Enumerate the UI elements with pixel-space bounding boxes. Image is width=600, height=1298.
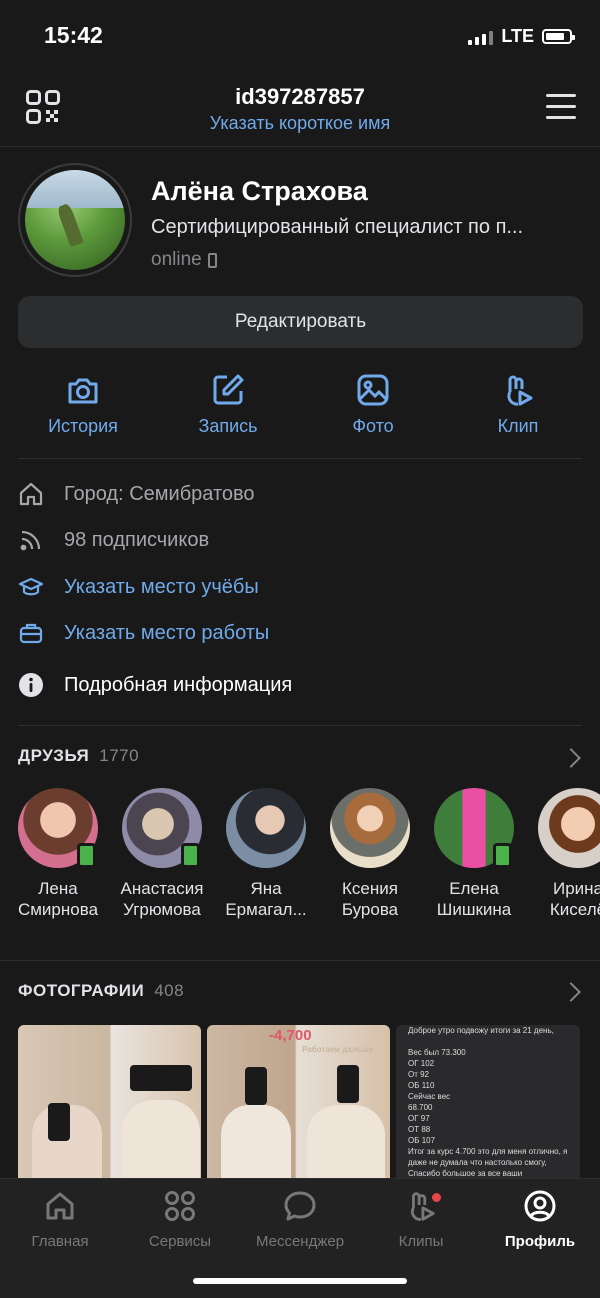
friend-item[interactable]: Ксения Бурова [315,788,425,920]
work-label: Указать место работы [64,621,270,644]
menu-icon[interactable] [546,94,576,120]
profile-bio[interactable]: Сертифицированный специалист по п... [151,216,581,239]
friends-header[interactable]: ДРУЗЬЯ 1770 [18,746,139,766]
online-status: online [151,249,217,271]
network-label: LTE [501,26,534,46]
friend-name: Яна Ермагал... [225,879,307,919]
city-row: Город: Семибратово [18,481,255,507]
study-row[interactable]: Указать место учёбы [18,574,259,600]
friend-name: ИринаКиселё [549,879,600,919]
online-badge [493,843,512,868]
profile-icon [524,1190,556,1222]
edit-icon [213,374,244,405]
photos-title: ФОТОГРАФИИ [18,981,145,1000]
friend-avatar [226,788,306,868]
status-indicators: LTE [468,26,575,47]
photo-badge-sub: Работаем дальше [302,1045,373,1054]
friend-avatar [538,788,600,868]
chevron-right-icon[interactable] [561,982,581,1002]
messenger-icon [284,1191,316,1221]
home-icon [19,482,43,506]
home-indicator [193,1278,407,1284]
graduation-cap-icon [18,577,44,596]
friend-item[interactable]: Елена Шишкина [419,788,529,920]
chevron-right-icon[interactable] [561,748,581,768]
work-row[interactable]: Указать место работы [18,620,269,646]
photo-thumbnail[interactable] [18,1025,201,1180]
info-icon [19,673,43,697]
online-badge [77,843,96,868]
photo-thumbnail[interactable]: -4,700 Работаем дальше [207,1025,390,1180]
friend-avatar [18,788,98,868]
friends-count: 1770 [99,746,140,765]
clip-icon [507,375,533,406]
tab-clips[interactable]: Клипы [366,1189,476,1250]
photo-button[interactable]: Фото [308,372,438,437]
photo-thumbnail[interactable]: Доброе утро подвожу итоги за 21 день, Ве… [396,1025,580,1180]
profile-name: Алёна Страхова [151,176,368,206]
status-time: 15:42 [44,22,103,48]
page-title: id397287857 [235,84,365,109]
online-label: online [151,249,202,270]
friend-name: Ксения Бурова [341,879,399,919]
rss-icon [20,530,41,551]
tab-home[interactable]: Главная [5,1189,115,1250]
signal-icon [468,29,494,45]
friend-avatar [434,788,514,868]
edit-profile-button[interactable]: Редактировать [18,296,583,348]
study-label: Указать место учёбы [64,575,259,598]
followers-label: 98 подписчиков [64,528,210,551]
services-icon [165,1191,195,1221]
friend-avatar [122,788,202,868]
post-label: Запись [198,416,258,436]
story-button[interactable]: История [18,372,148,437]
clip-label: Клип [497,416,539,436]
divider [18,458,582,459]
friends-list: Лена Смирнова Анастасия Угрюмова Яна Ермага… [0,788,600,928]
friend-item[interactable]: ИринаКиселё [523,788,600,920]
details-label: Подробная информация [64,673,293,696]
friend-item[interactable]: Лена Смирнова [3,788,113,920]
online-badge [181,843,200,868]
divider [18,725,582,726]
post-button[interactable]: Запись [163,372,293,437]
battery-icon [542,29,575,44]
tab-services[interactable]: Сервисы [125,1189,235,1250]
friends-title: ДРУЗЬЯ [18,746,90,765]
photos-count: 408 [154,981,185,1000]
friend-item[interactable]: Яна Ермагал... [211,788,321,920]
friend-name: Лена Смирнова [17,879,99,919]
story-label: История [48,416,118,436]
mobile-icon [207,252,217,268]
notification-dot [432,1193,441,1202]
home-icon [46,1192,74,1220]
camera-icon [68,378,98,404]
briefcase-icon [19,623,43,644]
divider [0,960,600,961]
set-short-name-link[interactable]: Указать короткое имя [0,113,600,134]
photo-note: Доброе утро подвожу итоги за 21 день, Ве… [408,1026,568,1178]
photos-header[interactable]: ФОТОГРАФИИ 408 [18,981,184,1001]
divider [0,146,600,147]
clip-button[interactable]: Клип [453,372,583,437]
details-row[interactable]: Подробная информация [18,672,292,698]
tab-messenger[interactable]: Мессенджер [245,1189,355,1250]
followers-row[interactable]: 98 подписчиков [18,527,209,553]
city-label: Город: Семибратово [64,482,255,505]
friend-item[interactable]: Анастасия Угрюмова [107,788,217,920]
profile-actions: История Запись Фото Клип [18,372,583,437]
image-icon [357,374,389,406]
friend-name: Анастасия Угрюмова [120,879,204,919]
avatar[interactable] [18,163,132,277]
photo-label: Фото [352,416,394,436]
photos-grid: -4,700 Работаем дальше Доброе утро подво… [18,1025,600,1180]
friend-name: Елена Шишкина [436,879,512,919]
tab-profile[interactable]: Профиль [485,1189,595,1250]
photo-badge: -4,700 [269,1027,312,1044]
friend-avatar [330,788,410,868]
